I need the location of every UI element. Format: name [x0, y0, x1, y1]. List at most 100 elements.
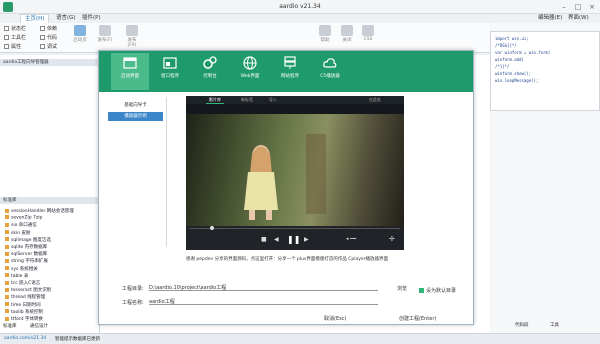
module-icon [5, 294, 9, 299]
version-link[interactable]: aardio.com/v21.34 [4, 336, 46, 341]
browse-button[interactable]: 浏览 [397, 285, 407, 292]
statusbar-checkbox[interactable]: 状态栏 [4, 25, 26, 32]
video-frame [186, 114, 404, 226]
tree-item-label: sqlimage 图度洁选 [11, 237, 51, 243]
tree-item-label: sqlite 内存数据库 [11, 245, 48, 250]
maximize-button[interactable]: □ [571, 2, 585, 12]
code-line: winform.add( [495, 57, 524, 62]
app-window-icon [163, 57, 177, 69]
project-dir-label: 工程目录: [122, 286, 144, 292]
tree-item[interactable]: sessionHandler 网站会话管理 [5, 208, 74, 214]
cancel-button[interactable]: 取消(Esc) [324, 315, 346, 322]
nav-cs-player[interactable]: C5播放器 [311, 53, 349, 90]
list-item-player[interactable]: 播放器示例 [108, 112, 163, 121]
bottom-tab-design[interactable]: 通信设计 [30, 323, 48, 329]
code-line: var winform = win.form( [495, 50, 551, 55]
tab-snippets[interactable]: 代码段 [515, 322, 529, 328]
tab-plugins[interactable]: 插件(P) [78, 14, 105, 23]
tree-item[interactable]: time 日期时间 [5, 302, 41, 308]
bottom-tab-library[interactable]: 标准库 [3, 323, 17, 329]
tree-item[interactable]: skin 皮肤 [5, 230, 30, 236]
nav-console[interactable]: 控制台 [191, 53, 229, 90]
tree-item-label: time 日期时间 [11, 302, 41, 308]
tree-item[interactable]: sio 串口通信 [5, 222, 37, 228]
tree-item-label: thread 线程管理 [11, 295, 46, 301]
tree-item[interactable]: table 表 [5, 273, 28, 279]
pause-icon: ❚❚ [287, 235, 301, 244]
css-button[interactable]: CSS [360, 25, 376, 42]
properties-checkbox[interactable]: 属性 [4, 43, 21, 50]
tree-item[interactable]: ttfont 字体转换 [5, 316, 43, 322]
nav-web-ui[interactable]: Web界面 [231, 53, 269, 90]
video-scene [244, 134, 326, 220]
next-icon: ▶ [304, 236, 309, 243]
list-item-basic[interactable]: 基础向导卡 [108, 101, 163, 110]
code-line: winform.show(); [495, 71, 532, 76]
start-page-button[interactable]: 启动页 [72, 25, 88, 43]
nav-website[interactable]: 网站程序 [271, 53, 309, 90]
tree-item[interactable]: sqlite 内存数据库 [5, 244, 47, 250]
list-divider [166, 97, 167, 247]
preview-tab-import: 导入 [269, 97, 277, 102]
tree-item-label: sessionHandler 网站会话管理 [11, 209, 74, 214]
package-icon [126, 25, 138, 36]
close-tool-button[interactable]: 关闭 [339, 25, 355, 43]
project-name-field[interactable]: aardio工程 [149, 298, 378, 305]
tree-item[interactable]: string 字符串扩展 [5, 258, 48, 264]
tree-item[interactable]: toolib 系统控制 [5, 309, 43, 315]
nav-start-ui[interactable]: 启动界面 [111, 53, 149, 90]
new-project-dialog: 启动界面 窗口程序 控制台 Web界面 网站程序 C5播放器 基础向导卡 播放器… [98, 50, 474, 325]
tree-item[interactable]: tcc 嵌入C语言 [5, 280, 40, 286]
minimize-button[interactable]: – [557, 2, 571, 12]
tree-item[interactable]: sys 系统相关 [5, 266, 38, 272]
stop-icon: ■ [261, 236, 267, 243]
tree-item-label: string 字符串扩展 [11, 259, 48, 265]
gears-icon [203, 56, 217, 69]
help-button[interactable]: 帮助 [317, 25, 333, 43]
close-button[interactable]: × [585, 2, 599, 12]
tree-item-label: tcc 嵌入C语言 [11, 281, 41, 286]
tree-item[interactable]: sqlServer 数据库 [5, 251, 47, 257]
preview-tab-library: 影片库 [206, 96, 224, 104]
create-project-button[interactable]: 创建工程(Enter) [399, 315, 436, 322]
globe-icon [243, 56, 257, 70]
deps-checkbox[interactable]: 依赖 [40, 25, 57, 32]
menu-bar: 主页(H) 语言(G) 插件(P) 编辑器(E) 界面(W) [0, 14, 600, 23]
code-checkbox[interactable]: 代码 [40, 34, 57, 41]
toolbar-checkbox[interactable]: 工具栏 [4, 34, 26, 41]
debug-checkbox[interactable]: 调试 [40, 43, 57, 50]
default-dir-checkbox[interactable]: 设为默认目录 [419, 287, 456, 294]
template-caption[interactable]: 感谢 pepdev 分享的界面源码，点这里打开：分享一个 plus界面模版打造的… [99, 256, 475, 262]
tab-tools[interactable]: 工具 [550, 322, 559, 328]
right-panel: import win.ui; /*DSG{{*/ var winform = win… [490, 23, 600, 344]
nav-window-app[interactable]: 窗口程序 [151, 53, 189, 90]
menu-editor[interactable]: 编辑器(E) [538, 14, 562, 23]
status-text: 智能提示数据库已更新 [55, 337, 100, 342]
module-icon [5, 251, 9, 256]
css-icon [362, 25, 374, 36]
publish2-button[interactable]: 发布(F9) [124, 25, 140, 48]
tree-item-label: sevenZip 7zip [11, 215, 43, 221]
publish-button[interactable]: 发布(F) [97, 25, 113, 43]
home-icon [74, 25, 86, 36]
module-icon [5, 287, 9, 292]
tree-item[interactable]: sevenZip 7zip [5, 215, 42, 221]
tab-language[interactable]: 语言(G) [52, 14, 80, 23]
module-icon [5, 309, 9, 314]
tree-item[interactable]: thread 线程管理 [5, 294, 45, 300]
module-icon [5, 244, 9, 249]
tree-item-label: sio 串口通信 [11, 223, 37, 229]
tree-item[interactable]: tesseract 图文识别 [5, 287, 51, 293]
module-icon [5, 230, 9, 235]
prev-icon: ◀ [274, 236, 279, 243]
check-icon [419, 288, 424, 293]
tree-item-label: sys 系统相关 [11, 266, 38, 272]
project-manager-title: aardio工程向导管理器 [0, 59, 100, 66]
menu-interface[interactable]: 界面(W) [568, 14, 589, 23]
module-icon [5, 258, 9, 263]
library-title: 标准库 [0, 197, 100, 204]
tree-item-label: tesseract 图文识别 [11, 288, 52, 294]
tree-item[interactable]: sqlimage 图度洁选 [5, 237, 51, 243]
project-dir-field[interactable]: D:\aardio.10\project\aardio工程 [149, 284, 378, 291]
tab-home[interactable]: 主页(H) [20, 14, 50, 23]
